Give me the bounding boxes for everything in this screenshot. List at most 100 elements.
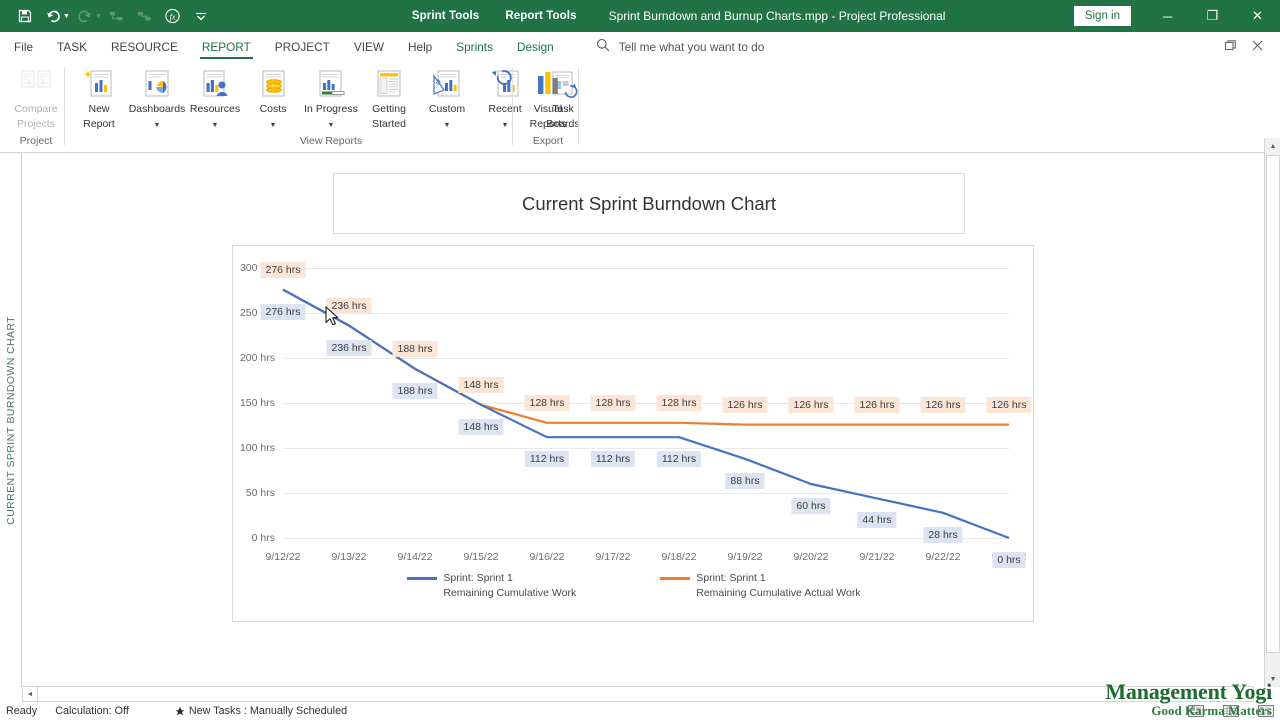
svg-text:fx: fx <box>170 12 176 21</box>
ribbon-tab-report[interactable]: REPORT <box>190 32 263 61</box>
toggle-calculation-icon[interactable]: fx <box>160 3 186 29</box>
ribbon-button-costs[interactable]: Costs ▼ <box>244 61 302 132</box>
restore-window-icon[interactable] <box>1224 39 1237 55</box>
chart-data-label: 128 hrs <box>656 394 702 411</box>
ribbon-button-label: In Progress <box>304 103 358 115</box>
legend-item[interactable]: Sprint: Sprint 1 Remaining Cumulative Wor… <box>407 571 576 600</box>
chart-data-label: 60 hrs <box>791 498 831 514</box>
context-tab-sprint-tools[interactable]: Sprint Tools <box>412 10 479 22</box>
ribbon-button-resources[interactable]: Resources ▼ <box>186 61 244 132</box>
chart-data-label: 236 hrs <box>326 339 372 356</box>
chevron-down-icon[interactable]: ▼ <box>502 122 509 129</box>
horizontal-scrollbar[interactable]: ◄ <box>22 686 1254 702</box>
chart-data-label: 126 hrs <box>920 396 966 413</box>
ribbon-button-label-2: ▼ <box>270 118 277 132</box>
chart-data-label: 128 hrs <box>524 394 570 411</box>
chart-data-label: 126 hrs <box>854 396 900 413</box>
ribbon-button-dashboards[interactable]: Dashboards ▼ <box>128 61 186 132</box>
unlink-tasks-icon <box>132 3 158 29</box>
vertical-scrollbar[interactable]: ▲ ▼ <box>1264 138 1280 687</box>
status-view-buttons <box>1187 702 1274 720</box>
legend-item[interactable]: Sprint: Sprint 1 Remaining Cumulative Act… <box>660 571 861 600</box>
restore-button[interactable]: ❐ <box>1190 0 1235 32</box>
status-calculation[interactable]: Calculation: Off <box>37 705 129 717</box>
ribbon-button-in-progress[interactable]: In Progress ▼ <box>302 61 360 132</box>
context-tab-report-tools[interactable]: Report Tools <box>505 10 576 22</box>
in-progress-icon <box>316 66 346 100</box>
chevron-down-icon[interactable]: ▼ <box>328 122 335 129</box>
ribbon-button-label: New <box>88 103 110 115</box>
ribbon-group-export: Visual Reports Export <box>519 61 577 153</box>
ribbon-button-getting-started[interactable]: Getting Started <box>360 61 418 130</box>
report-title-box[interactable]: Current Sprint Burndown Chart <box>333 173 965 234</box>
chart-line-series <box>282 288 1009 426</box>
link-tasks-icon <box>104 3 130 29</box>
burndown-chart[interactable]: 0 hrs 50 hrs 100 hrs 150 hrs 200 hrs 250 hrs 3… <box>232 245 1034 622</box>
ribbon-tab-resource[interactable]: RESOURCE <box>99 32 190 61</box>
close-window-icon[interactable] <box>1251 39 1264 55</box>
ribbon: Compare Projects Project New Report Dashboard… <box>0 61 1280 153</box>
ribbon-button-new-report[interactable]: New Report <box>70 61 128 130</box>
ribbon-tab-task[interactable]: TASK <box>45 32 99 61</box>
scroll-up-button[interactable]: ▲ <box>1265 138 1280 154</box>
minimize-button[interactable]: ─ <box>1145 0 1190 32</box>
status-ready: Ready <box>6 705 38 717</box>
ribbon-button-custom[interactable]: Custom ▼ <box>418 61 476 132</box>
chevron-down-icon[interactable]: ▼ <box>154 122 161 129</box>
report-name-sidebar[interactable]: CURRENT SPRINT BURNDOWN CHART <box>0 153 22 687</box>
close-button[interactable]: ✕ <box>1235 0 1280 32</box>
document-title: Sprint Burndown and Burnup Charts.mpp - … <box>608 9 946 23</box>
ribbon-button-compare-projects: Compare Projects <box>4 61 68 130</box>
ribbon-group-label: Export <box>532 135 564 147</box>
chevron-down-icon[interactable]: ▼ <box>444 122 451 129</box>
ribbon-button-label-2: ▼ <box>444 118 451 132</box>
chart-data-label: 276 hrs <box>260 303 306 320</box>
resources-icon <box>200 66 230 100</box>
save-icon[interactable] <box>12 3 38 29</box>
recent-reports-icon <box>490 66 520 100</box>
new-report-icon <box>84 66 114 100</box>
legend-label: Sprint: Sprint 1 Remaining Cumulative Act… <box>696 571 860 600</box>
chevron-down-icon[interactable]: ▼ <box>270 122 277 129</box>
customize-quick-access-icon[interactable] <box>188 3 214 29</box>
undo-dropdown-caret-icon[interactable]: ▼ <box>63 13 70 20</box>
view-task-sheet-icon[interactable] <box>1222 705 1239 718</box>
search-icon <box>596 38 610 55</box>
ribbon-tab-file[interactable]: File <box>0 32 45 61</box>
vertical-scroll-thumb[interactable] <box>1266 155 1280 653</box>
ribbon-button-label: Visual <box>533 103 563 115</box>
status-new-tasks[interactable]: New Tasks : Manually Scheduled <box>129 705 347 717</box>
ribbon-group-project: Compare Projects Project <box>4 61 68 153</box>
chart-data-label: 0 hrs <box>992 552 1026 568</box>
title-bar: ▼ ▼ fx Sprint Tools Report Tools Sprint … <box>0 0 1280 32</box>
view-report-icon[interactable] <box>1187 705 1204 718</box>
scroll-down-button[interactable]: ▼ <box>1265 671 1280 687</box>
tell-me-box[interactable]: Tell me what you want to do <box>596 38 764 55</box>
ribbon-tab-sprints[interactable]: Sprints <box>444 32 505 61</box>
scroll-left-button[interactable]: ◄ <box>23 687 38 701</box>
legend-series-name: Sprint: Sprint 1 <box>443 572 513 584</box>
ribbon-button-label: Recent <box>488 103 522 115</box>
view-team-planner-icon[interactable] <box>1257 705 1274 718</box>
legend-color-swatch <box>407 577 438 580</box>
chart-data-label: 44 hrs <box>857 512 897 529</box>
sign-in-button[interactable]: Sign in <box>1073 6 1131 26</box>
ribbon-tab-project[interactable]: PROJECT <box>263 32 342 61</box>
chevron-down-icon[interactable]: ▼ <box>212 122 219 129</box>
ribbon-tab-view[interactable]: VIEW <box>342 32 396 61</box>
chart-data-label: 276 hrs <box>260 261 306 278</box>
ribbon-button-label-2: Projects <box>17 118 55 130</box>
chart-data-label: 128 hrs <box>590 394 636 411</box>
ribbon-tab-design[interactable]: Design <box>505 32 566 61</box>
chart-data-label: 126 hrs <box>788 396 834 413</box>
contextual-tabs: Sprint Tools Report Tools <box>412 0 577 32</box>
dashboards-icon <box>142 66 172 100</box>
ribbon-tab-help[interactable]: Help <box>396 32 444 61</box>
chart-data-label: 148 hrs <box>458 418 504 435</box>
chart-data-label: 28 hrs <box>923 526 963 543</box>
chart-legend: Sprint: Sprint 1 Remaining Cumulative Wor… <box>233 571 1035 600</box>
status-new-tasks-label: New Tasks : Manually Scheduled <box>188 705 348 717</box>
ribbon-button-visual-reports[interactable]: Visual Reports <box>519 61 577 130</box>
title-bar-controls: Sign in ─ ❐ ✕ <box>1073 0 1280 32</box>
ribbon-button-label-2: ▼ <box>502 118 509 132</box>
